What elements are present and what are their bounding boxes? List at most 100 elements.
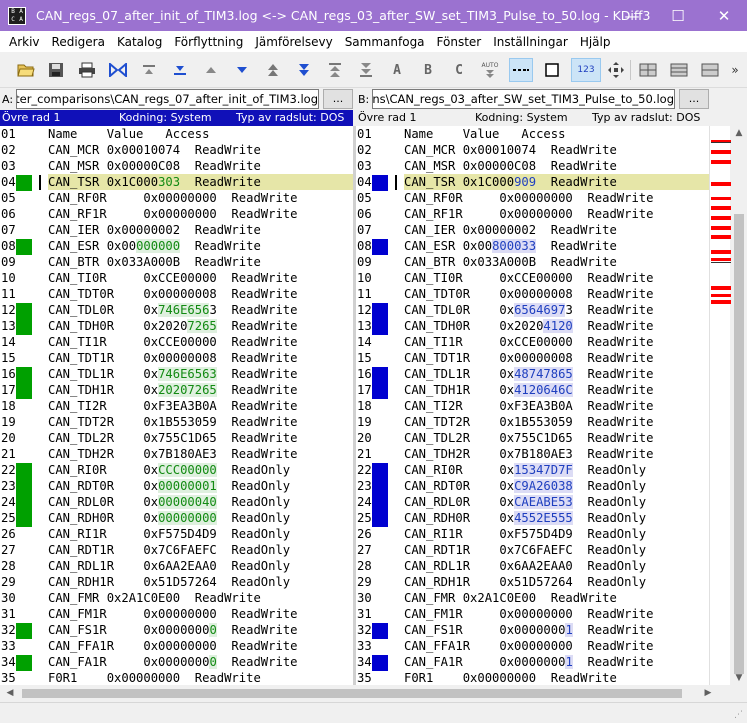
- select-c-button[interactable]: C: [447, 58, 471, 82]
- diff-line[interactable]: 04 CAN_TSR 0x1C000303 ReadWrite: [0, 174, 353, 191]
- diff-line[interactable]: 17 CAN_TDH1R 0x20207265 ReadWrite: [0, 382, 353, 399]
- menu-item-4[interactable]: Jämförelsevy: [249, 35, 338, 49]
- diff-line[interactable]: 27 CAN_RDT1R 0x7C6FAEFC ReadOnly: [356, 542, 709, 558]
- diff-line[interactable]: 15 CAN_TDT1R 0x00000008 ReadWrite: [0, 350, 353, 366]
- diff-line[interactable]: 18 CAN_TI2R 0xF3EA3B0A ReadWrite: [0, 398, 353, 414]
- diff-line[interactable]: 20 CAN_TDL2R 0x755C1D65 ReadWrite: [0, 430, 353, 446]
- file-a-browse-button[interactable]: ...: [323, 89, 353, 109]
- diff-line[interactable]: 34 CAN_FA1R 0x00000000 ReadWrite: [0, 654, 353, 671]
- diff-line[interactable]: 30 CAN_FMR 0x2A1C0E00 ReadWrite: [356, 590, 709, 606]
- diff-line[interactable]: 31 CAN_FM1R 0x00000000 ReadWrite: [0, 606, 353, 622]
- diff-line[interactable]: 35 F0R1 0x00000000 ReadWrite: [0, 670, 353, 685]
- diff-line[interactable]: 18 CAN_TI2R 0xF3EA3B0A ReadWrite: [356, 398, 709, 414]
- save-icon[interactable]: [44, 58, 68, 82]
- diff-line[interactable]: 06 CAN_RF1R 0x00000000 ReadWrite: [356, 206, 709, 222]
- diff-line[interactable]: 12 CAN_TDL0R 0x746E6563 ReadWrite: [0, 302, 353, 319]
- diff-line[interactable]: 23 CAN_RDT0R 0xC9A26038 ReadOnly: [356, 478, 709, 495]
- split-view-icon[interactable]: [636, 58, 660, 82]
- print-icon[interactable]: [75, 58, 99, 82]
- next-delta-icon[interactable]: [230, 58, 254, 82]
- maximize-button[interactable]: ☐: [655, 0, 701, 31]
- diff-line[interactable]: 06 CAN_RF1R 0x00000000 ReadWrite: [0, 206, 353, 222]
- close-button[interactable]: ✕: [701, 0, 747, 31]
- diff-line[interactable]: 25 CAN_RDH0R 0x00000000 ReadOnly: [0, 510, 353, 527]
- diff-line[interactable]: 24 CAN_RDL0R 0x00000040 ReadOnly: [0, 494, 353, 511]
- select-b-button[interactable]: B: [416, 58, 440, 82]
- next-conflict-icon[interactable]: [292, 58, 316, 82]
- diff-line[interactable]: 02 CAN_MCR 0x00010074 ReadWrite: [356, 142, 709, 158]
- diff-line[interactable]: 28 CAN_RDL1R 0x6AA2EAA0 ReadOnly: [356, 558, 709, 574]
- show-line-numbers-button[interactable]: 123: [571, 58, 601, 82]
- diff-line[interactable]: 21 CAN_TDH2R 0x7B180AE3 ReadWrite: [356, 446, 709, 462]
- menu-item-3[interactable]: Förflyttning: [168, 35, 249, 49]
- diff-line[interactable]: 23 CAN_RDT0R 0x00000001 ReadOnly: [0, 478, 353, 495]
- diff-line[interactable]: 14 CAN_TI1R 0xCCE00000 ReadWrite: [356, 334, 709, 350]
- diff-line[interactable]: 32 CAN_FS1R 0x00000001 ReadWrite: [356, 622, 709, 639]
- select-a-button[interactable]: A: [385, 58, 409, 82]
- diff-line[interactable]: 29 CAN_RDH1R 0x51D57264 ReadOnly: [356, 574, 709, 590]
- diff-line[interactable]: 31 CAN_FM1R 0x00000000 ReadWrite: [356, 606, 709, 622]
- menu-item-6[interactable]: Fönster: [431, 35, 488, 49]
- diff-line[interactable]: 07 CAN_IER 0x00000002 ReadWrite: [356, 222, 709, 238]
- diff-line[interactable]: 05 CAN_RF0R 0x00000000 ReadWrite: [0, 190, 353, 206]
- file-b-browse-button[interactable]: ...: [679, 89, 709, 109]
- diff-line[interactable]: 05 CAN_RF0R 0x00000000 ReadWrite: [356, 190, 709, 206]
- vertical-scrollbar[interactable]: ▲ ▼: [731, 126, 747, 685]
- diff-line[interactable]: 01 Name Value Access: [356, 126, 709, 142]
- resize-grip-icon[interactable]: ⋰: [734, 710, 745, 721]
- diff-line[interactable]: 11 CAN_TDT0R 0x00000008 ReadWrite: [356, 286, 709, 302]
- diff-line[interactable]: 13 CAN_TDH0R 0x20204120 ReadWrite: [356, 318, 709, 335]
- diff-line[interactable]: 29 CAN_RDH1R 0x51D57264 ReadOnly: [0, 574, 353, 590]
- diff-line[interactable]: 30 CAN_FMR 0x2A1C0E00 ReadWrite: [0, 590, 353, 606]
- diff-line[interactable]: 03 CAN_MSR 0x00000C08 ReadWrite: [0, 158, 353, 174]
- scroll-left-icon[interactable]: ◀: [2, 688, 18, 698]
- minimize-button[interactable]: —: [609, 0, 655, 31]
- horizontal-scrollbar[interactable]: ◀ ▶: [0, 685, 747, 702]
- diff-line[interactable]: 03 CAN_MSR 0x00000C08 ReadWrite: [356, 158, 709, 174]
- window-b-icon[interactable]: [698, 58, 722, 82]
- file-b-path-input[interactable]: parisons\CAN_regs_03_after_SW_set_TIM3_P…: [372, 89, 675, 109]
- diff-line[interactable]: 11 CAN_TDT0R 0x00000008 ReadWrite: [0, 286, 353, 302]
- diff-line[interactable]: 09 CAN_BTR 0x033A000B ReadWrite: [0, 254, 353, 270]
- menu-item-2[interactable]: Katalog: [111, 35, 168, 49]
- diff-line[interactable]: 19 CAN_TDT2R 0x1B553059 ReadWrite: [356, 414, 709, 430]
- diff-line[interactable]: 10 CAN_TI0R 0xCCE00000 ReadWrite: [0, 270, 353, 286]
- menu-item-1[interactable]: Redigera: [46, 35, 111, 49]
- diff-line[interactable]: 22 CAN_RI0R 0xCCC00000 ReadOnly: [0, 462, 353, 479]
- diff-line[interactable]: 08 CAN_ESR 0x00000000 ReadWrite: [0, 238, 353, 255]
- kdiff3-app-icon[interactable]: B A C A: [8, 6, 26, 25]
- diff-line[interactable]: 17 CAN_TDH1R 0x4120646C ReadWrite: [356, 382, 709, 399]
- diff-line[interactable]: 20 CAN_TDL2R 0x755C1D65 ReadWrite: [356, 430, 709, 446]
- diff-line[interactable]: 26 CAN_RI1R 0xF575D4D9 ReadOnly: [356, 526, 709, 542]
- diff-line[interactable]: 26 CAN_RI1R 0xF575D4D9 ReadOnly: [0, 526, 353, 542]
- file-a-path-input[interactable]: N\Register_comparisons\CAN_regs_07_after…: [16, 89, 319, 109]
- diff-line[interactable]: 27 CAN_RDT1R 0x7C6FAEFC ReadOnly: [0, 542, 353, 558]
- menu-item-0[interactable]: Arkiv: [3, 35, 46, 49]
- scroll-down-icon[interactable]: ▼: [731, 673, 747, 683]
- diff-line[interactable]: 12 CAN_TDL0R 0x65646973 ReadWrite: [356, 302, 709, 319]
- menu-item-7[interactable]: Inställningar: [487, 35, 574, 49]
- diff-line[interactable]: 01 Name Value Access: [0, 126, 353, 142]
- diff-pane-a[interactable]: 01 Name Value Access 02 CAN_MCR 0x00010074 …: [0, 126, 353, 685]
- diff-line[interactable]: 25 CAN_RDH0R 0x4552E555 ReadOnly: [356, 510, 709, 527]
- diff-line[interactable]: 16 CAN_TDL1R 0x746E6563 ReadWrite: [0, 366, 353, 383]
- toolbar-more-icon[interactable]: »: [728, 58, 742, 82]
- diff-line[interactable]: 34 CAN_FA1R 0x00000001 ReadWrite: [356, 654, 709, 671]
- diff-line[interactable]: 32 CAN_FS1R 0x00000000 ReadWrite: [0, 622, 353, 639]
- diff-pane-b[interactable]: 01 Name Value Access 02 CAN_MCR 0x00010074 …: [356, 126, 709, 685]
- prev-unsolved-icon[interactable]: [323, 58, 347, 82]
- go-current-diff-icon[interactable]: [106, 58, 130, 82]
- diff-line[interactable]: 13 CAN_TDH0R 0x20207265 ReadWrite: [0, 318, 353, 335]
- go-bottom-icon[interactable]: [168, 58, 192, 82]
- diff-line[interactable]: 09 CAN_BTR 0x033A000B ReadWrite: [356, 254, 709, 270]
- diff-line[interactable]: 02 CAN_MCR 0x00010074 ReadWrite: [0, 142, 353, 158]
- prev-delta-icon[interactable]: [199, 58, 223, 82]
- vertical-scroll-thumb[interactable]: [734, 214, 744, 674]
- scroll-up-icon[interactable]: ▲: [731, 128, 747, 138]
- diff-line[interactable]: 22 CAN_RI0R 0x15347D7F ReadOnly: [356, 462, 709, 479]
- diff-line[interactable]: 07 CAN_IER 0x00000002 ReadWrite: [0, 222, 353, 238]
- diff-line[interactable]: 15 CAN_TDT1R 0x00000008 ReadWrite: [356, 350, 709, 366]
- diff-line[interactable]: 33 CAN_FFA1R 0x00000000 ReadWrite: [0, 638, 353, 654]
- diff-line[interactable]: 21 CAN_TDH2R 0x7B180AE3 ReadWrite: [0, 446, 353, 462]
- auto-advance-button[interactable]: AUTO: [478, 58, 502, 82]
